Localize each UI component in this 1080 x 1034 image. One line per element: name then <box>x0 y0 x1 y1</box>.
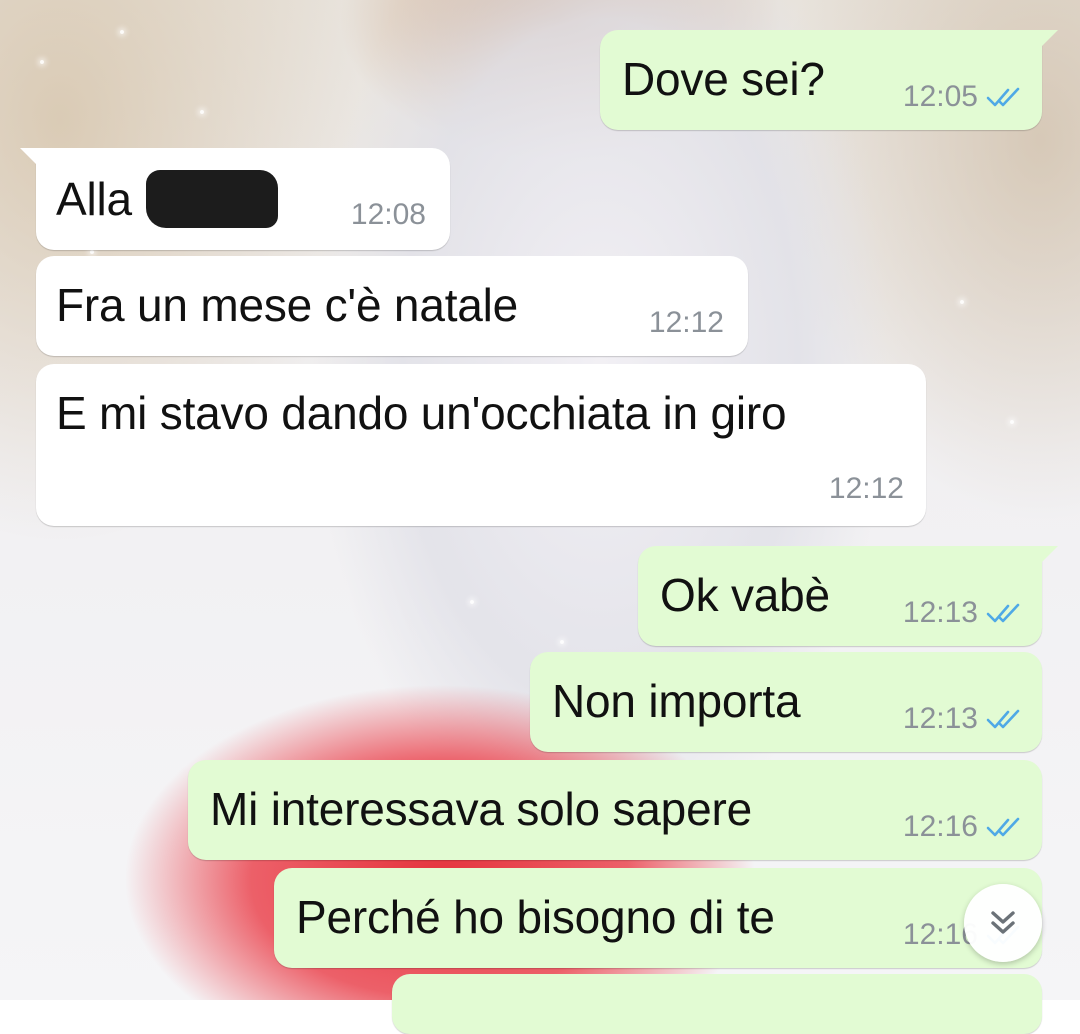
message-bubble-outgoing[interactable]: Perché ho bisogno di te 12:16 <box>274 868 1042 968</box>
message-text: E mi stavo dando un'occhiata in giro <box>56 387 787 439</box>
message-meta: 12:13 <box>903 596 1024 630</box>
message-text: Fra un mese c'è natale <box>56 279 519 331</box>
message-time: 12:05 <box>902 80 978 113</box>
double-check-icon <box>986 817 1020 837</box>
message-bubble-outgoing[interactable]: Non importa 12:13 <box>530 652 1042 752</box>
message-text: Ok vabè <box>660 569 830 621</box>
message-bubble-incoming[interactable]: Alla 12:08 <box>20 148 450 250</box>
message-meta: 12:08 <box>351 198 426 232</box>
message-time: 12:13 <box>902 596 978 629</box>
message-bubble-outgoing[interactable]: Ok vabè 12:13 <box>638 546 1058 646</box>
message-text: Alla <box>56 173 132 225</box>
message-text: Perché ho bisogno di te <box>296 891 775 943</box>
message-time: 12:13 <box>902 702 978 735</box>
message-time: 12:08 <box>350 198 426 231</box>
message-bubble-incoming[interactable]: E mi stavo dando un'occhiata in giro 12:… <box>36 364 926 526</box>
message-text: Mi interessava solo sapere <box>210 783 752 835</box>
chevron-double-down-icon <box>991 911 1015 934</box>
message-meta: 12:12 <box>829 472 904 506</box>
message-meta: 12:05 <box>903 80 1024 114</box>
message-time: 12:12 <box>648 306 724 339</box>
double-check-icon <box>986 709 1020 729</box>
double-check-icon <box>986 87 1020 107</box>
redaction-block <box>146 170 278 228</box>
message-text: Dove sei? <box>622 53 825 105</box>
message-meta: 12:13 <box>903 702 1024 736</box>
message-time: 12:16 <box>902 810 978 843</box>
message-bubble-incoming[interactable]: Fra un mese c'è natale 12:12 <box>36 256 748 356</box>
message-bubble-outgoing[interactable]: Mi interessava solo sapere 12:16 <box>188 760 1042 860</box>
message-meta: 12:12 <box>649 306 724 340</box>
scroll-to-bottom-button[interactable] <box>964 884 1042 962</box>
message-text: Non importa <box>552 675 801 727</box>
message-bubble-outgoing[interactable]: Dove sei? 12:05 <box>600 30 1058 130</box>
message-bubble-outgoing-partial[interactable] <box>392 974 1042 1034</box>
double-check-icon <box>986 603 1020 623</box>
message-time: 12:12 <box>828 472 904 505</box>
message-meta: 12:16 <box>903 810 1024 844</box>
